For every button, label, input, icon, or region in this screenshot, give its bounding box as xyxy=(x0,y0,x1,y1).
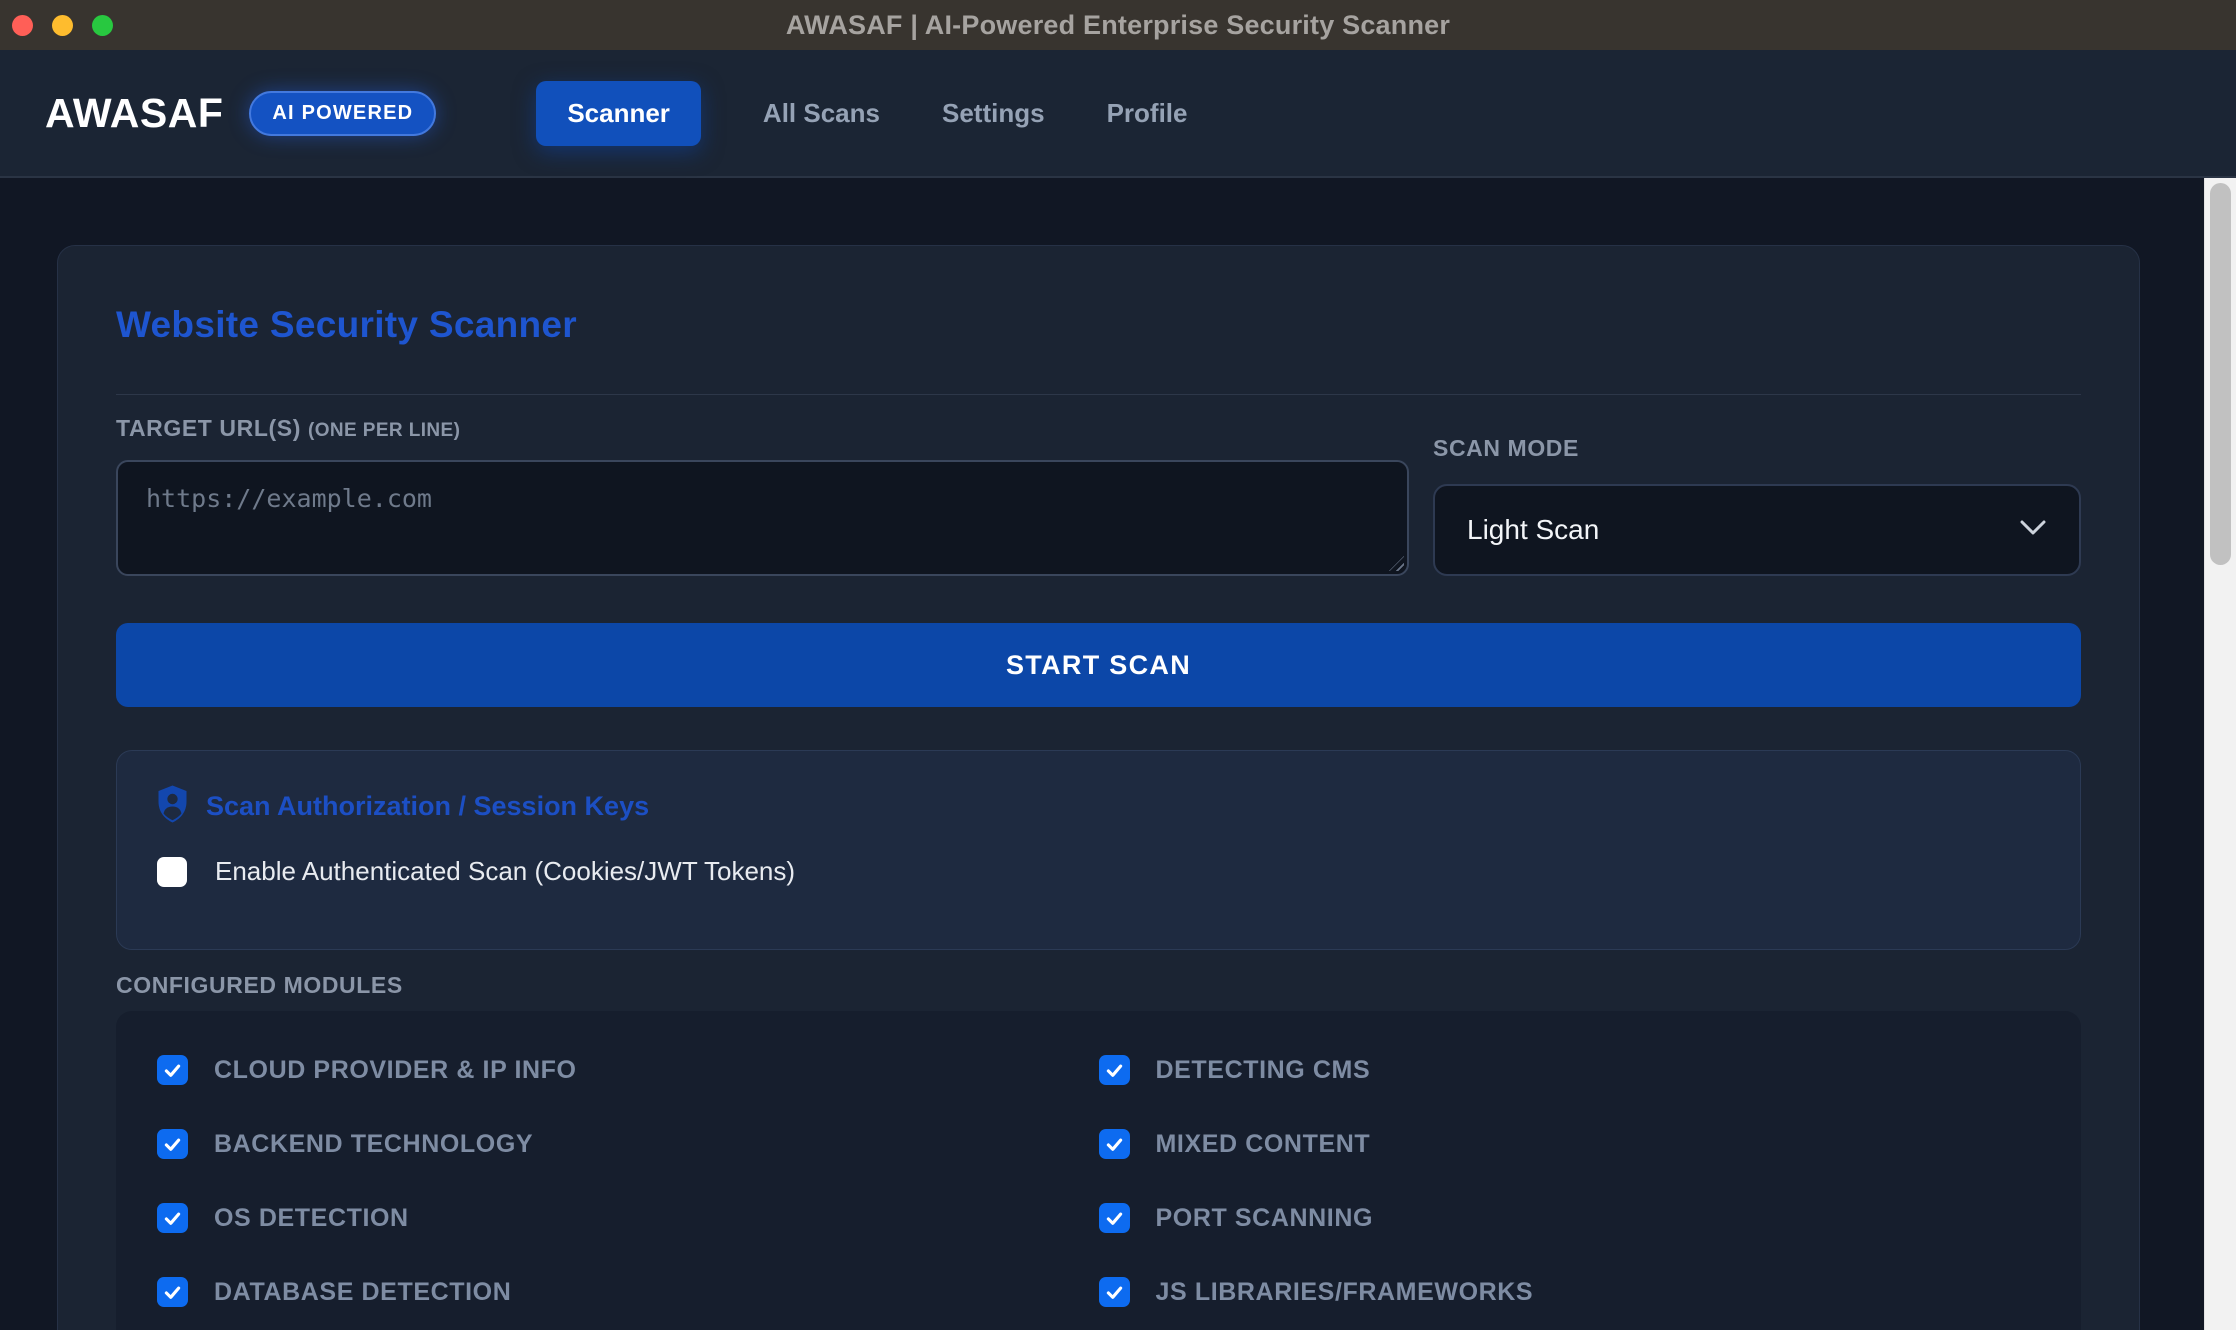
module-label: DATABASE DETECTION xyxy=(214,1278,511,1307)
scan-form-row: TARGET URL(S) (ONE PER LINE) SCAN MODE L… xyxy=(116,415,2081,576)
auth-checkbox[interactable] xyxy=(157,857,187,887)
app-window: AWASAF | AI-Powered Enterprise Security … xyxy=(0,0,2236,1330)
app-logo: AWASAF xyxy=(45,90,223,137)
nav-item-profile[interactable]: Profile xyxy=(1107,98,1188,129)
scanner-card: Website Security Scanner TARGET URL(S) (… xyxy=(57,245,2140,1330)
auth-panel: Scan Authorization / Session Keys Enable… xyxy=(116,750,2081,950)
module-label: OS DETECTION xyxy=(214,1204,409,1233)
module-detecting-cms[interactable]: DETECTING CMS xyxy=(1099,1055,2041,1085)
checked-checkbox[interactable] xyxy=(1099,1129,1130,1159)
ai-powered-badge: AI POWERED xyxy=(249,91,436,136)
auth-checkbox-row[interactable]: Enable Authenticated Scan (Cookies/JWT T… xyxy=(157,856,2040,887)
zoom-button[interactable] xyxy=(92,15,113,36)
target-urls-input[interactable] xyxy=(116,460,1409,576)
module-label: PORT SCANNING xyxy=(1156,1204,1374,1233)
module-label: DETECTING CMS xyxy=(1156,1056,1371,1085)
module-port-scanning[interactable]: PORT SCANNING xyxy=(1099,1203,2041,1233)
checked-checkbox[interactable] xyxy=(157,1055,188,1085)
minimize-button[interactable] xyxy=(52,15,73,36)
page-title: Website Security Scanner xyxy=(116,304,2081,346)
module-backend-technology[interactable]: BACKEND TECHNOLOGY xyxy=(157,1129,1099,1159)
nav-menu: Scanner All Scans Settings Profile xyxy=(536,81,1187,146)
scrollbar-track[interactable] xyxy=(2204,178,2236,1330)
checked-checkbox[interactable] xyxy=(1099,1277,1130,1307)
chevron-down-icon xyxy=(2019,519,2047,541)
scan-mode-label: SCAN MODE xyxy=(1433,435,2081,462)
nav-item-scanner[interactable]: Scanner xyxy=(536,81,701,146)
target-urls-hint: (ONE PER LINE) xyxy=(308,420,460,441)
nav-item-settings[interactable]: Settings xyxy=(942,98,1045,129)
main-content: Website Security Scanner TARGET URL(S) (… xyxy=(0,178,2236,1330)
module-mixed-content[interactable]: MIXED CONTENT xyxy=(1099,1129,2041,1159)
module-database-detection[interactable]: DATABASE DETECTION xyxy=(157,1277,1099,1307)
modules-panel: CLOUD PROVIDER & IP INFO DETECTING CMS B… xyxy=(116,1011,2081,1330)
checked-checkbox[interactable] xyxy=(157,1129,188,1159)
user-shield-icon xyxy=(157,785,188,828)
module-label: MIXED CONTENT xyxy=(1156,1130,1371,1159)
checked-checkbox[interactable] xyxy=(1099,1055,1130,1085)
nav-item-all-scans[interactable]: All Scans xyxy=(763,98,880,129)
divider xyxy=(116,394,2081,395)
titlebar: AWASAF | AI-Powered Enterprise Security … xyxy=(0,0,2236,50)
traffic-lights xyxy=(12,15,113,36)
scan-mode-select[interactable]: Light Scan xyxy=(1433,484,2081,576)
scrollbar-thumb[interactable] xyxy=(2210,183,2231,565)
checked-checkbox[interactable] xyxy=(1099,1203,1130,1233)
module-label: CLOUD PROVIDER & IP INFO xyxy=(214,1056,577,1085)
close-button[interactable] xyxy=(12,15,33,36)
auth-section-title: Scan Authorization / Session Keys xyxy=(206,791,649,822)
module-js-libraries[interactable]: JS LIBRARIES/FRAMEWORKS xyxy=(1099,1277,2041,1307)
module-label: BACKEND TECHNOLOGY xyxy=(214,1130,533,1159)
window-title: AWASAF | AI-Powered Enterprise Security … xyxy=(786,10,1450,41)
start-scan-button[interactable]: START SCAN xyxy=(116,623,2081,707)
checked-checkbox[interactable] xyxy=(157,1277,188,1307)
module-cloud-provider[interactable]: CLOUD PROVIDER & IP INFO xyxy=(157,1055,1099,1085)
checked-checkbox[interactable] xyxy=(157,1203,188,1233)
module-label: JS LIBRARIES/FRAMEWORKS xyxy=(1156,1278,1534,1307)
auth-checkbox-label: Enable Authenticated Scan (Cookies/JWT T… xyxy=(215,856,795,887)
module-os-detection[interactable]: OS DETECTION xyxy=(157,1203,1099,1233)
configured-modules-label: CONFIGURED MODULES xyxy=(116,972,2081,999)
target-urls-label: TARGET URL(S) (ONE PER LINE) xyxy=(116,415,1409,442)
navbar: AWASAF AI POWERED Scanner All Scans Sett… xyxy=(0,50,2236,178)
scan-mode-value: Light Scan xyxy=(1467,514,1599,546)
